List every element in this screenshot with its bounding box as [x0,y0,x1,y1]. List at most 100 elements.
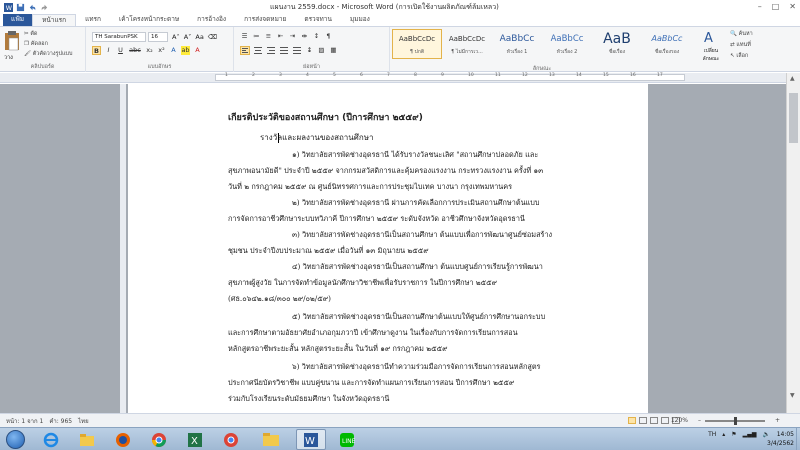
bold-button[interactable]: B [92,46,101,55]
text-effects-icon[interactable]: A [169,46,178,55]
taskbar-app[interactable] [72,429,102,450]
style-normal[interactable]: AaBbCcDc ¶ ปกติ [392,29,442,59]
start-button[interactable] [6,430,25,449]
decrease-indent-icon[interactable]: ⇤ [276,32,285,41]
pilcrow-icon[interactable]: ¶ [324,32,333,41]
scroll-up-icon[interactable]: ▲ [790,75,795,82]
thai-distributed-icon[interactable] [292,46,302,55]
increase-indent-icon[interactable]: ⇥ [288,32,297,41]
scroll-down-icon[interactable]: ▼ [790,392,795,399]
taskbar-app[interactable] [256,429,286,450]
clear-format-icon[interactable]: ⌫ [208,33,217,41]
tab-file[interactable]: แฟ้ม [3,14,33,26]
borders-icon[interactable]: ▦ [329,46,338,55]
zoom-slider-knob[interactable] [733,416,737,425]
multilevel-icon[interactable]: ≡ [264,32,273,41]
tray-up-icon[interactable]: ▴ [722,431,725,438]
minimize-button[interactable]: – [758,2,762,11]
ruler-number: 15 [603,73,609,78]
maximize-button[interactable]: □ [772,2,780,11]
find-button[interactable]: 🔍 ค้นหา [730,30,753,38]
redo-icon[interactable] [40,3,49,12]
strikethrough-button[interactable]: abc [128,46,142,55]
format-painter-button[interactable]: 🖌 ตัวคัดวางรูปแบบ [24,50,72,58]
vertical-ruler[interactable] [120,84,126,413]
sort-icon[interactable]: ↕ [312,32,321,41]
page-count[interactable]: หน้า: 1 จาก 1 [0,416,43,426]
shrink-font-icon[interactable]: A˅ [184,33,192,41]
ruler-number: 3 [279,73,282,78]
style-heading-1[interactable]: AaBbCc หัวเรื่อง 1 [492,29,542,59]
change-case-icon[interactable]: Aa [195,33,203,41]
tab-references[interactable]: การอ้างอิง [188,14,235,26]
full-screen-icon[interactable] [639,417,647,424]
grow-font-icon[interactable]: A˄ [172,33,180,41]
select-button[interactable]: ↖ เลือก [730,52,753,60]
tab-view[interactable]: มุมมอง [341,14,379,26]
language-indicator[interactable]: ไทย [72,416,89,426]
document-page[interactable]: เกียรติประวัติของสถานศึกษา (ปีการศึกษา ๒… [128,84,648,424]
font-color-icon[interactable]: A [193,46,202,55]
replace-button[interactable]: ⇄ แทนที่ [730,41,753,49]
style-subtitle[interactable]: AaBbCc ชื่อเรื่องรอง [642,29,692,59]
font-name-box[interactable]: TH SarabunPSK [92,32,146,42]
taskbar-app[interactable] [144,429,174,450]
zoom-slider[interactable] [704,416,765,425]
tab-page-layout[interactable]: เค้าโครงหน้ากระดาษ [110,14,188,26]
network-icon[interactable]: ▂▄▆ [743,431,757,438]
style-no-spacing[interactable]: AaBbCcDc ¶ ไม่มีการเว... [442,29,492,59]
tab-home[interactable]: หน้าแรก [32,14,77,26]
copy-icon: ❐ [24,41,29,47]
justify-icon[interactable] [279,46,289,55]
shading-icon[interactable]: ▨ [317,46,326,55]
paste-icon[interactable] [4,30,20,52]
numbering-icon[interactable]: ≔ [252,32,261,41]
tab-insert[interactable]: แทรก [76,14,110,26]
window-title: แผนงาน 2559.docx - Microsoft Word (การเป… [270,3,499,11]
change-styles-button[interactable]: A เปลี่ยนลักษณะ [696,29,726,63]
line-spacing-icon[interactable]: ↨ [305,46,314,55]
scroll-thumb[interactable] [789,93,798,143]
web-layout-icon[interactable] [650,417,658,424]
taskbar-app[interactable] [108,429,138,450]
zoom-out-icon[interactable]: – [692,417,701,424]
zoom-in-icon[interactable]: + [769,417,780,424]
italic-button[interactable]: I [104,46,113,55]
paste-label[interactable]: วาง [4,54,13,62]
distributed-icon[interactable]: ⇹ [300,32,309,41]
taskbar-app[interactable]: X [180,429,210,450]
zoom-level[interactable]: 120% [665,417,688,424]
save-icon[interactable] [16,3,25,12]
font-size-box[interactable]: 16 [148,32,168,42]
tray-language[interactable]: TH [708,431,716,438]
align-right-icon[interactable] [266,46,276,55]
style-heading-2[interactable]: AaBbCc หัวเรื่อง 2 [542,29,592,59]
align-center-icon[interactable] [253,46,263,55]
vertical-scrollbar[interactable]: ▲ ▼ [786,73,800,413]
horizontal-ruler[interactable]: 1 2 3 4 5 6 7 8 9 10 11 12 13 14 15 16 17 [0,73,786,83]
print-layout-icon[interactable] [628,417,636,424]
taskbar-app[interactable] [216,429,246,450]
superscript-button[interactable]: x² [157,46,166,55]
taskbar-app-active[interactable]: W [296,429,326,450]
taskbar-app[interactable]: LINE [332,429,362,450]
align-left-icon[interactable] [240,46,250,55]
format-painter-label: ตัวคัดวางรูปแบบ [32,51,73,57]
cut-button[interactable]: ✂ ตัด [24,30,72,38]
bullets-icon[interactable]: ☰ [240,32,249,41]
copy-button[interactable]: ❐ คัดลอก [24,40,72,48]
flag-icon[interactable]: ⚑ [731,431,736,438]
close-button[interactable]: ✕ [789,2,796,11]
taskbar-app[interactable] [36,429,66,450]
show-desktop-button[interactable] [796,428,800,450]
underline-button[interactable]: U [116,46,125,55]
doc-line: ๑) วิทยาลัยสารพัดช่างอุดรธานี ได้รับรางว… [292,150,539,159]
clock[interactable]: 14:05 3/4/2562 [767,430,794,448]
tab-mailings[interactable]: การส่งจดหมาย [235,14,295,26]
tab-review[interactable]: ตรวจทาน [295,14,341,26]
undo-icon[interactable] [28,3,37,12]
highlight-icon[interactable]: ab [181,46,190,55]
word-count[interactable]: คำ: 965 [43,416,72,426]
subscript-button[interactable]: x₂ [145,46,154,55]
style-title[interactable]: AaB ชื่อเรื่อง [592,29,642,59]
